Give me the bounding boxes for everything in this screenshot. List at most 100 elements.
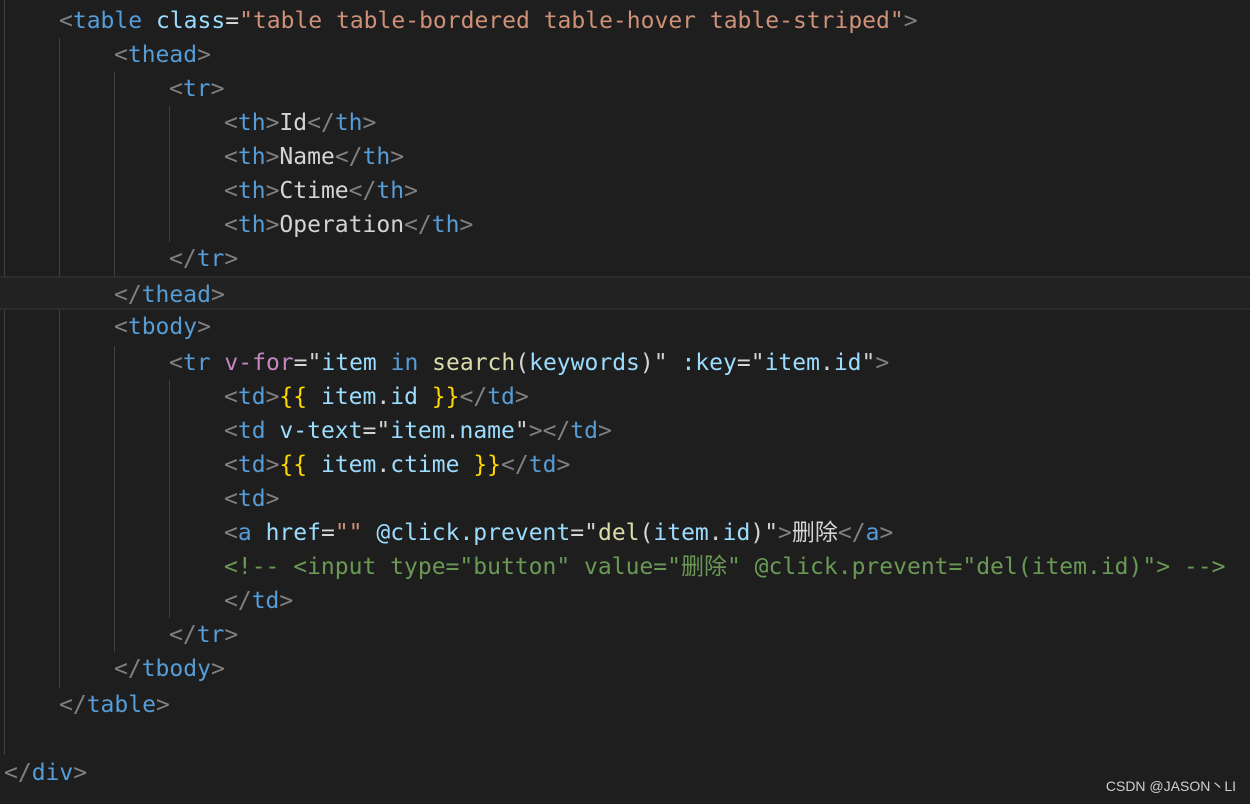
token-tag: th [237,110,266,136]
token-equals: = [293,350,308,376]
token-quote: " [584,520,598,546]
token-equals: = [570,520,585,546]
watermark: CSDN @JASON丶LI [1105,778,1236,794]
token-punctuation: > [265,178,280,204]
token-variable: ctime [390,452,460,478]
code-line-1[interactable]: <table class="table table-bordered table… [0,4,1250,38]
token-tag: td [528,452,557,478]
token-brace: {{ [279,452,308,478]
token-brace: {{ [279,384,308,410]
token-quote: " [307,350,322,376]
token-punctuation: > [459,212,474,238]
token-tag: tr [196,622,225,648]
token-tag: td [487,384,515,410]
code-line-7[interactable]: <th>Operation</th> [0,208,1250,242]
code-line-21[interactable]: </table> [0,688,1250,722]
token-variable: item [307,452,377,478]
token-punctuation: </ [501,452,529,478]
code-line-9-current[interactable]: </thead> [0,276,1250,310]
token-tag: table [86,692,156,718]
token-variable: id [390,384,418,410]
code-line-16[interactable]: <a href="" @click.prevent="del(item.id)"… [0,516,1250,550]
token-function: search [418,350,516,376]
token-attribute: @click.prevent [362,520,571,546]
token-punctuation: > [514,384,529,410]
code-line-10[interactable]: <tbody> [0,310,1250,344]
token-dot: . [376,384,391,410]
token-text: 删除 [791,520,838,546]
code-line-11[interactable]: <tr v-for="item in search(keywords)" :ke… [0,346,1250,380]
token-keyword: in [376,350,419,376]
token-tag: th [334,110,363,136]
code-line-15[interactable]: <td> [0,482,1250,516]
token-paren: ( [639,520,654,546]
token-punctuation: < [224,452,238,478]
token-variable: id [722,520,751,546]
token-tag: a [865,520,880,546]
token-punctuation: < [224,486,238,512]
token-punctuation: </ [459,384,488,410]
token-punctuation: </ [114,282,142,308]
code-editor[interactable]: <table class="table table-bordered table… [0,0,1250,804]
token-tag: thead [127,42,198,68]
code-line-6[interactable]: <th>Ctime</th> [0,174,1250,208]
token-variable: item [764,350,820,376]
token-comment: <!-- <input type="button" value="删除" @cl… [224,554,1226,580]
code-line-13[interactable]: <td v-text="item.name"></td> [0,414,1250,448]
token-tag: th [376,178,405,204]
token-variable: keywords [529,350,640,376]
token-tag: tr [182,76,211,102]
token-equals: = [225,8,240,34]
token-text: Ctime [279,178,349,204]
token-tag: tr [196,246,225,272]
token-punctuation: > [73,760,88,786]
token-punctuation: > [265,452,280,478]
token-tag: th [237,144,266,170]
token-punctuation: </ [837,520,866,546]
token-dot: . [376,452,391,478]
token-tag: th [237,178,266,204]
token-punctuation: > [224,246,239,272]
token-dot: . [445,418,460,444]
code-line-19[interactable]: </tr> [0,618,1250,652]
token-punctuation: < [224,384,238,410]
token-tag: a [237,520,252,546]
token-punctuation: > [390,144,405,170]
token-punctuation: > [265,486,280,512]
token-dot: . [708,520,723,546]
code-line-5[interactable]: <th>Name</th> [0,140,1250,174]
code-line-20[interactable]: </tbody> [0,652,1250,686]
code-line-23[interactable]: </div> [0,756,1250,790]
code-line-2[interactable]: <thead> [0,38,1250,72]
code-line-3[interactable]: <tr> [0,72,1250,106]
code-line-8[interactable]: </tr> [0,242,1250,276]
token-text: Id [279,110,308,136]
token-dot: . [819,350,834,376]
token-tag: tbody [141,656,211,682]
token-tag: thead [141,282,211,308]
token-punctuation: < [224,418,238,444]
token-punctuation: </ [114,656,142,682]
token-variable: item [321,350,377,376]
token-text: Operation [279,212,405,238]
token-punctuation: </ [59,692,87,718]
token-punctuation: > [210,76,225,102]
token-attribute: href [251,520,321,546]
token-punctuation: > [265,212,280,238]
code-line-17[interactable]: <!-- <input type="button" value="删除" @cl… [0,550,1250,584]
token-punctuation: > [875,350,890,376]
code-line-12[interactable]: <td>{{ item.id }}</td> [0,380,1250,414]
token-tag: td [237,452,266,478]
token-punctuation: > [265,144,280,170]
token-punctuation: > [903,8,918,34]
code-line-14[interactable]: <td>{{ item.ctime }}</td> [0,448,1250,482]
code-line-18[interactable]: </td> [0,584,1250,618]
token-function: del [597,520,640,546]
token-punctuation: </ [348,178,377,204]
token-punctuation: ></ [528,418,571,444]
token-quote: " [514,418,529,444]
code-line-4[interactable]: <th>Id</th> [0,106,1250,140]
token-text: Name [279,144,335,170]
token-punctuation: < [224,144,238,170]
token-variable: name [459,418,515,444]
